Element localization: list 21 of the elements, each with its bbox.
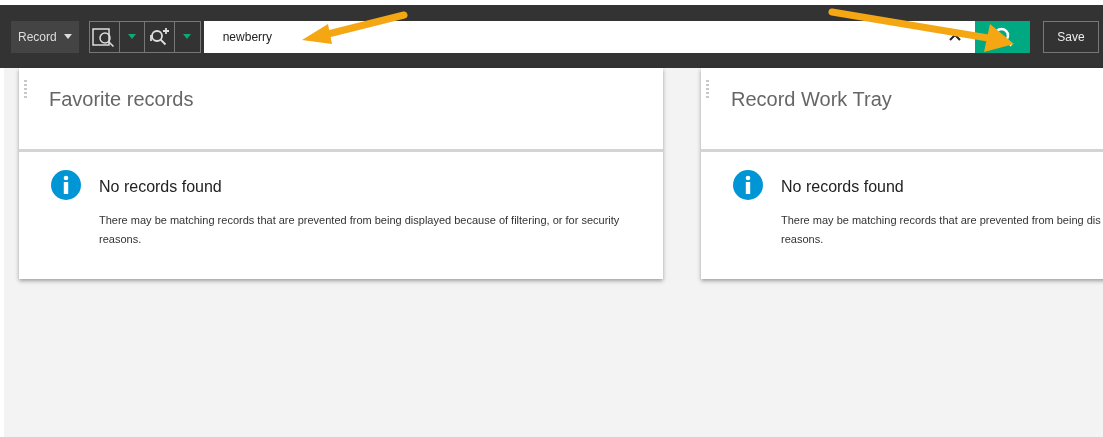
message-title: No records found	[99, 177, 223, 197]
save-button[interactable]: Save	[1043, 20, 1099, 53]
panel-title: Record Work Tray	[731, 87, 892, 112]
message-text: There may be matching records that are prevented from being displayed because of filtering, or for security reasons.	[99, 213, 621, 247]
caret-icon	[183, 34, 192, 39]
message-text: There may be matching records that are prevented from being dis	[781, 213, 1101, 228]
info-icon	[733, 170, 763, 200]
message-title: No records found	[781, 177, 905, 197]
drag-handle-icon	[706, 80, 709, 98]
search-field[interactable]: newberry	[203, 20, 976, 53]
caret-icon	[127, 34, 136, 39]
drag-handle-icon	[24, 80, 27, 98]
list-search-icon	[92, 25, 117, 48]
search-input[interactable]: newberry	[222, 27, 950, 46]
search-records-button[interactable]	[89, 21, 120, 52]
scope-dropdown[interactable]: Record	[11, 20, 79, 53]
panel-title: Favorite records	[49, 87, 194, 112]
message-text: reasons.	[781, 232, 825, 247]
info-icon	[51, 170, 81, 200]
search-plus-icon	[147, 25, 172, 48]
caret-icon	[63, 34, 72, 39]
